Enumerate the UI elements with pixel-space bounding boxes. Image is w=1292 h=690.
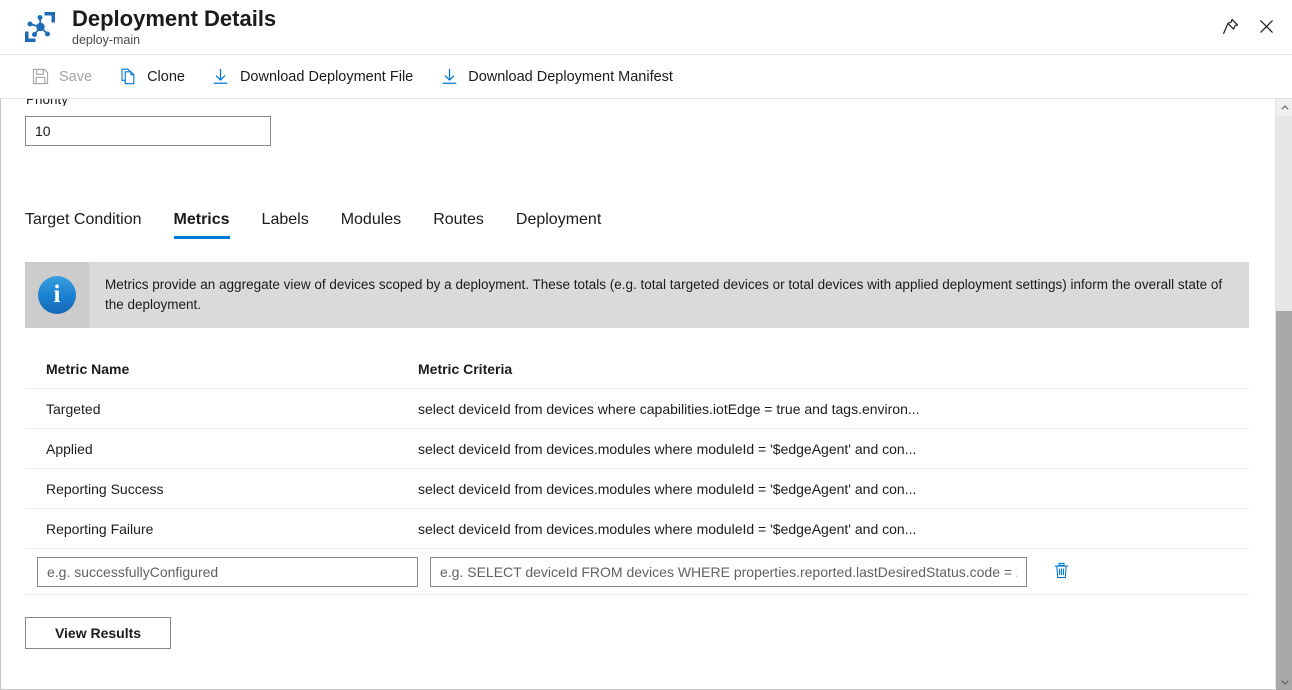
- page-subtitle: deploy-main: [72, 33, 276, 48]
- pivot-tabs: Target Condition Metrics Labels Modules …: [25, 199, 623, 239]
- tab-target-condition[interactable]: Target Condition: [15, 210, 152, 239]
- download-icon: [439, 67, 459, 87]
- download-deployment-manifest-label: Download Deployment Manifest: [468, 67, 673, 87]
- cell-metric-name: Reporting Success: [25, 481, 418, 497]
- cell-metric-name: Reporting Failure: [25, 521, 418, 537]
- priority-field-label: Priority: [26, 99, 68, 106]
- tab-routes[interactable]: Routes: [423, 210, 494, 239]
- cell-metric-criteria: select deviceId from devices where capab…: [418, 401, 1249, 417]
- tab-labels[interactable]: Labels: [252, 210, 319, 239]
- scrollbar-down-button[interactable]: [1276, 673, 1292, 690]
- tab-metrics[interactable]: Metrics: [164, 210, 240, 239]
- vertical-scrollbar[interactable]: [1275, 99, 1292, 690]
- save-button[interactable]: Save: [24, 61, 98, 93]
- delete-metric-button[interactable]: [1045, 556, 1077, 588]
- table-row[interactable]: Applied select deviceId from devices.mod…: [25, 429, 1249, 469]
- download-deployment-file-button[interactable]: Download Deployment File: [205, 61, 419, 93]
- cell-metric-criteria: select deviceId from devices.modules whe…: [418, 481, 1249, 497]
- chevron-down-icon: [1281, 673, 1289, 690]
- download-icon: [211, 67, 231, 87]
- priority-input[interactable]: [25, 116, 271, 146]
- close-icon: [1257, 17, 1276, 39]
- new-metric-row: [25, 549, 1249, 595]
- info-banner-text: Metrics provide an aggregate view of dev…: [89, 262, 1249, 328]
- close-button[interactable]: [1248, 10, 1284, 46]
- column-header-metric-name: Metric Name: [25, 361, 418, 377]
- title-text-group: Deployment Details deploy-main: [72, 6, 276, 48]
- title-bar: Deployment Details deploy-main: [0, 0, 1292, 55]
- download-deployment-manifest-button[interactable]: Download Deployment Manifest: [433, 61, 679, 93]
- new-metric-criteria-input[interactable]: [430, 557, 1027, 587]
- info-banner-icon-box: i: [25, 262, 89, 328]
- info-icon: i: [38, 276, 76, 314]
- deployment-topology-icon: [22, 9, 58, 45]
- scrollbar-up-button[interactable]: [1276, 99, 1292, 116]
- title-bar-actions: [1212, 0, 1284, 55]
- page-title: Deployment Details: [72, 6, 276, 32]
- cell-metric-criteria: select deviceId from devices.modules whe…: [418, 521, 1249, 537]
- pin-button[interactable]: [1212, 10, 1248, 46]
- save-icon: [30, 67, 50, 87]
- metrics-table: Metric Name Metric Criteria Targeted sel…: [25, 349, 1249, 595]
- pin-icon: [1221, 17, 1240, 39]
- clone-icon: [118, 67, 138, 87]
- tab-deployment[interactable]: Deployment: [506, 210, 611, 239]
- table-row[interactable]: Reporting Failure select deviceId from d…: [25, 509, 1249, 549]
- trash-icon: [1052, 561, 1071, 583]
- info-banner: i Metrics provide an aggregate view of d…: [25, 262, 1249, 328]
- table-row[interactable]: Reporting Success select deviceId from d…: [25, 469, 1249, 509]
- command-bar: Save Clone: [0, 55, 1292, 99]
- cell-metric-criteria: select deviceId from devices.modules whe…: [418, 441, 1249, 457]
- content-scroll-area: Priority Target Condition Metrics Labels…: [0, 99, 1292, 690]
- column-header-metric-criteria: Metric Criteria: [418, 361, 1249, 377]
- clone-button-label: Clone: [147, 67, 185, 87]
- tab-modules[interactable]: Modules: [331, 210, 411, 239]
- view-results-button[interactable]: View Results: [25, 617, 171, 649]
- cell-metric-name: Targeted: [25, 401, 418, 417]
- save-button-label: Save: [59, 67, 92, 87]
- chevron-up-icon: [1281, 99, 1289, 117]
- download-deployment-file-label: Download Deployment File: [240, 67, 413, 87]
- scrollbar-thumb[interactable]: [1276, 311, 1292, 690]
- cell-metric-name: Applied: [25, 441, 418, 457]
- deployment-details-panel: Deployment Details deploy-main: [0, 0, 1292, 690]
- clone-button[interactable]: Clone: [112, 61, 191, 93]
- table-row[interactable]: Targeted select deviceId from devices wh…: [25, 389, 1249, 429]
- new-metric-name-input[interactable]: [37, 557, 418, 587]
- table-header-row: Metric Name Metric Criteria: [25, 349, 1249, 389]
